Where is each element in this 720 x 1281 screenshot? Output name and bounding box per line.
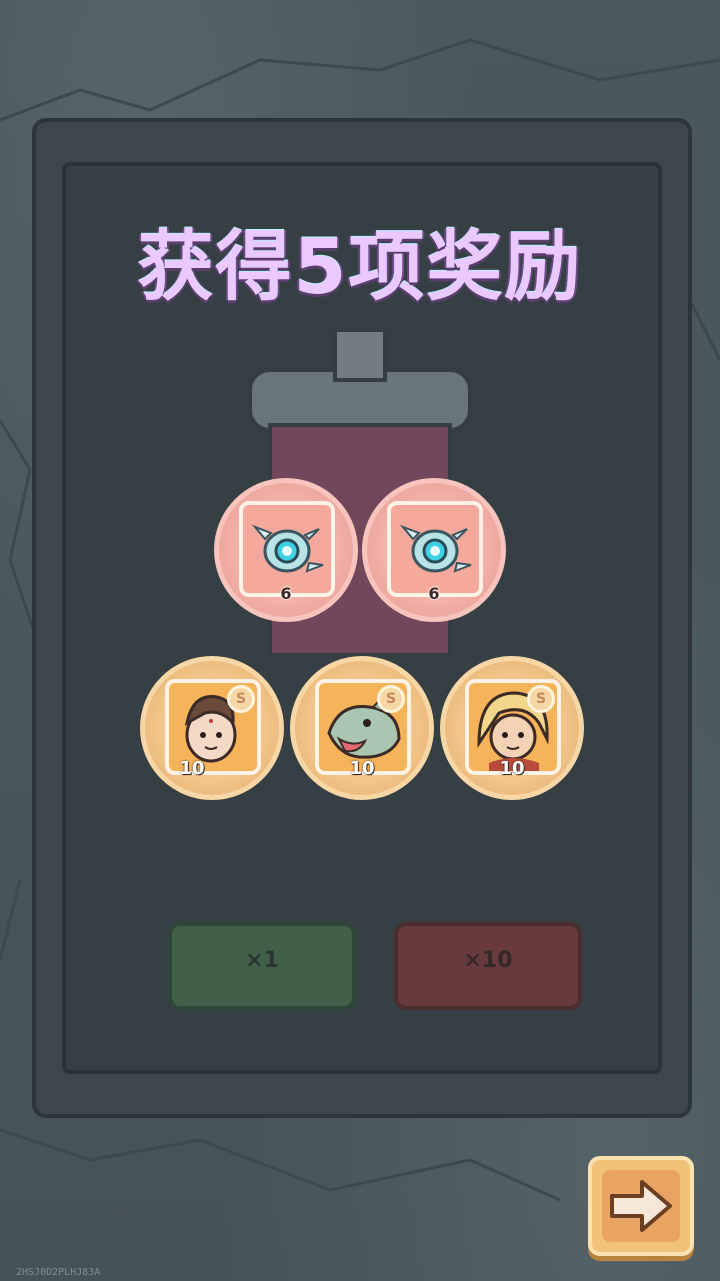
next-button[interactable]: [588, 1156, 694, 1256]
reward-count: 10: [179, 758, 205, 779]
reward-hero-3[interactable]: S 10: [440, 656, 584, 800]
reward-item-2[interactable]: 6: [362, 478, 506, 622]
serial-watermark: 2HSJ0D2PLHJ83A: [16, 1267, 101, 1278]
overlay-dim: [0, 0, 720, 1281]
arrow-right-icon: [610, 1180, 672, 1232]
reward-count: 6: [280, 584, 292, 603]
next-button-face: [602, 1170, 680, 1242]
reward-count: 10: [499, 758, 525, 779]
reward-hero-2[interactable]: S 10: [290, 656, 434, 800]
rarity-badge: S: [377, 685, 405, 713]
reward-title: 获得5项奖励: [137, 222, 583, 311]
reward-card: [239, 501, 335, 597]
reward-item-1[interactable]: 6: [214, 478, 358, 622]
rarity-badge: S: [227, 685, 255, 713]
reward-hero-1[interactable]: S 10: [140, 656, 284, 800]
rarity-badge: S: [527, 685, 555, 713]
reward-count: 6: [428, 584, 440, 603]
orb-drone-icon: [399, 524, 472, 573]
reward-card: [387, 501, 483, 597]
orb-drone-icon: [251, 524, 324, 573]
reward-count: 10: [349, 758, 375, 779]
